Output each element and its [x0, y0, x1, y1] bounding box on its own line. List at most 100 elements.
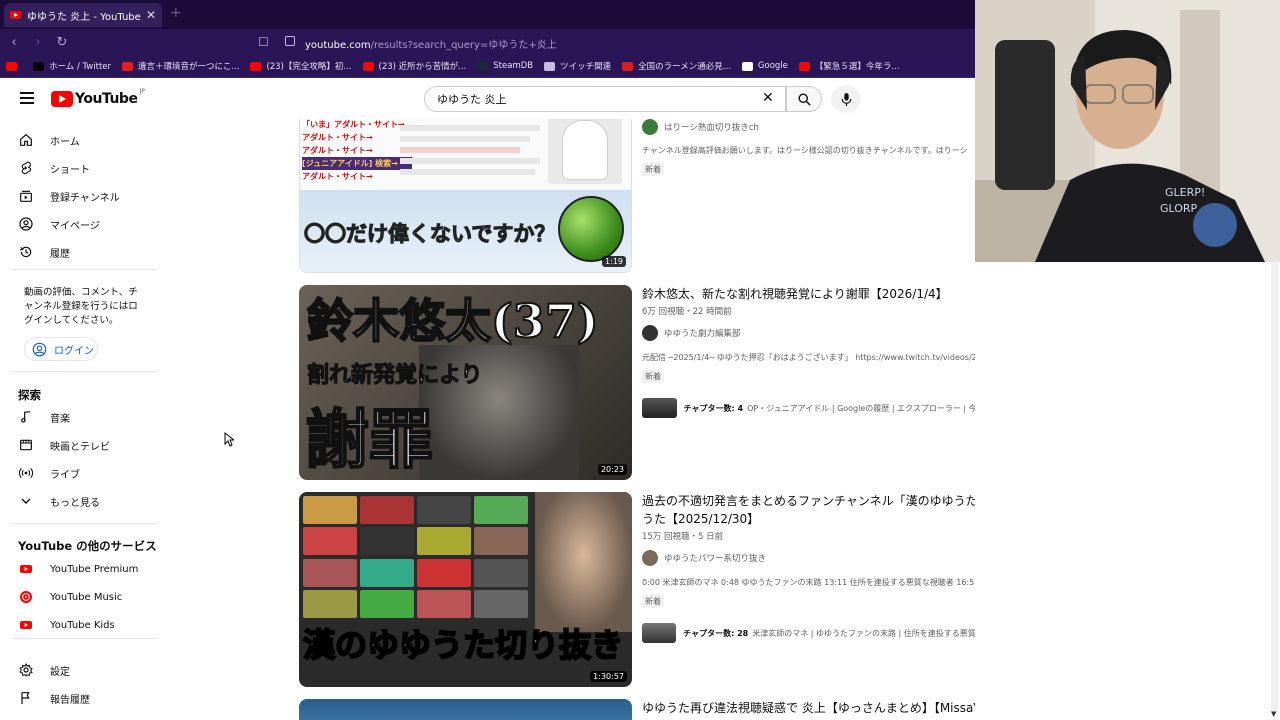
thumbnail-menu-text: [ジュニアアイドル] 検索→ — [302, 157, 412, 170]
voice-search-button[interactable] — [831, 85, 861, 113]
scroll-down-arrow-icon[interactable]: ▼ — [1271, 710, 1276, 718]
back-icon[interactable]: ‹ — [4, 35, 24, 50]
bookmark-label: 【緊急５選】今年ラ... — [814, 62, 900, 72]
bookmark-favicon-icon — [741, 61, 753, 71]
search-button[interactable] — [786, 86, 822, 112]
channel-link[interactable]: ゆゆうた劇力編集部 — [642, 325, 741, 341]
video-thumbnail[interactable]: 「いま」アダルト・サイト→ アダルト・サイト→ アダルト・サイト→ [ジュニアアイドル… — [299, 119, 632, 273]
youtube-logo[interactable]: YouTube JP — [51, 88, 145, 107]
video-title[interactable]: ゆゆうた再び違法視聴疑惑で 炎上【ゆっさんまとめ】【MissaV/nyahent… — [642, 699, 975, 717]
tab-close-icon[interactable]: ✕ — [146, 8, 156, 22]
sidebar-item-youtube-kids[interactable]: YouTube Kids — [18, 614, 158, 636]
video-duration: 1:30:57 — [590, 671, 627, 682]
bookmark-item[interactable]: Google — [741, 61, 788, 71]
channel-link[interactable]: はりーシ熱血切り抜きch — [642, 119, 759, 135]
thumbnail-hoodie-image — [548, 119, 622, 184]
bookmark-label: (23) 近所から苦情が... — [378, 62, 467, 72]
sidebar-item-history[interactable]: 履歴 — [18, 241, 158, 263]
sidebar-item-settings[interactable]: 設定 — [18, 659, 158, 681]
search-input[interactable]: ゆゆうた 炎上 — [424, 86, 786, 112]
video-meta: 6万 回視聴・22 時間前 — [642, 307, 732, 317]
address-bar: ‹ › ↻ ☐ youtube.com/results?search_query… — [0, 29, 975, 55]
sidebar-item-live[interactable]: ライブ — [18, 462, 158, 484]
bookmark-item[interactable]: SteamDB — [477, 61, 533, 71]
bookmark-item[interactable] — [6, 61, 22, 71]
chapter-thumbnail — [642, 398, 677, 418]
chapters-row[interactable]: チャプター数: 4 OP・ジュニアアイドル | Googleの履歴 | エクスプ… — [642, 395, 975, 421]
sidebar-item-film[interactable]: 映画とテレビ — [18, 434, 158, 456]
sidebar-item-chevron-down[interactable]: もっと見る — [18, 490, 158, 512]
login-button[interactable]: ログイン — [24, 337, 98, 361]
bookmark-item[interactable]: (23) 近所から苦情が... — [362, 60, 467, 72]
bookmark-label: ホーム / Twitter — [49, 62, 112, 72]
collage-tile — [360, 589, 414, 618]
video-duration: 1:19 — [602, 256, 626, 267]
scrollbar-thumb[interactable] — [1271, 262, 1278, 712]
green-ball-image — [558, 196, 624, 262]
bookmark-label: SteamDB — [493, 61, 534, 71]
youtube-logo-icon — [51, 91, 73, 107]
reload-icon[interactable]: ↻ — [52, 35, 72, 50]
browser-tab[interactable]: ゆゆうた 炎上 - YouTube ✕ — [4, 3, 162, 27]
bookmark-label: 全国のラーメン通必見... — [638, 62, 731, 72]
chapter-list: OP・ジュニアアイドル | Googleの履歴 | エクスプローラー | 今回の… — [747, 403, 975, 413]
sidebar-item-label: マイページ — [50, 220, 100, 232]
chapters-row[interactable]: チャプター数: 28 米津玄師のマネ | ゆゆうたファンの末路 | 住所を連投す… — [642, 620, 975, 646]
sidebar: 動画の評価、コメント、チャンネル登録を行うにはログインしてください。 ログイン … — [0, 119, 160, 720]
video-meta: 15万 回視聴・5 日前 — [642, 532, 724, 542]
sidebar-item-flag[interactable]: 報告履歴 — [18, 687, 158, 709]
new-tab-button[interactable]: + — [170, 5, 182, 21]
youtube-header: YouTube JP ゆゆうた 炎上 ✕ — [0, 79, 975, 119]
bookmark-favicon-icon — [622, 61, 634, 71]
chapter-count: チャプター数: 28 — [683, 628, 749, 638]
login-label: ログイン — [54, 345, 94, 357]
collage-tile — [474, 558, 528, 587]
collage-tile — [417, 558, 471, 587]
sidebar-item-shorts[interactable]: ショート — [18, 157, 158, 179]
bookmark-item[interactable]: ホーム / Twitter — [33, 60, 111, 72]
bookmark-item[interactable]: (23)【完全攻略】初... — [250, 60, 352, 72]
video-title[interactable]: 過去の不適切発言をまとめるファンチャンネル「漢のゆゆうた切り抜き」を見るゆゆうた… — [642, 492, 975, 528]
channel-link[interactable]: ゆゆうたパワー系切り抜き — [642, 550, 766, 566]
url-field[interactable]: youtube.com/results?search_query=ゆゆうた+炎上 — [305, 36, 557, 51]
bookmark-item[interactable]: 遺言＋環境音が一つにこ... — [122, 60, 239, 72]
bookmark-item[interactable]: 【緊急５選】今年ラ... — [798, 60, 900, 72]
bookmark-icon[interactable]: ☐ — [258, 35, 269, 49]
thumbnail-caption: 〇〇だけ偉くないですか？ — [303, 222, 556, 247]
sidebar-item-youtube-premium[interactable]: YouTube Premium — [18, 558, 158, 580]
thumbnail-person-image — [535, 492, 632, 632]
menu-icon[interactable] — [20, 92, 34, 104]
channel-avatar — [642, 119, 658, 135]
sidebar-item-you[interactable]: マイページ — [18, 213, 158, 235]
bookmark-item[interactable]: 全国のラーメン通必見... — [622, 60, 731, 72]
bookmark-label: 遺言＋環境音が一つにこ... — [138, 62, 240, 72]
forward-icon[interactable]: › — [28, 35, 48, 50]
bookmark-item[interactable]: ツイッチ関連 — [544, 60, 611, 72]
bookmark-favicon-icon — [544, 61, 556, 71]
sidebar-item-label: YouTube Premium — [50, 563, 139, 575]
video-thumbnail[interactable]: 鈴木悠太(37) 割れ新発覚により 謝罪 20:23 — [299, 285, 632, 480]
sidebar-item-label: 音楽 — [50, 413, 70, 425]
sidebar-item-home[interactable]: ホーム — [18, 129, 158, 151]
video-thumbnail[interactable] — [299, 699, 632, 720]
channel-name: ゆゆうたパワー系切り抜き — [664, 554, 767, 564]
sidebar-item-label: 報告履歴 — [50, 694, 90, 706]
page-scrollbar[interactable]: ▼ — [1268, 262, 1280, 720]
sidebar-item-music[interactable]: 音楽 — [18, 406, 158, 428]
sidebar-item-youtube-music[interactable]: YouTube Music — [18, 586, 158, 608]
collage-tile — [303, 558, 357, 587]
webcam-person-image: GLERP! GLORP — [975, 0, 1280, 262]
search-results: 「いま」アダルト・サイト→ アダルト・サイト→ アダルト・サイト→ [ジュニアアイドル… — [160, 119, 975, 720]
video-thumbnail[interactable]: 漢のゆゆうた切り抜き 1:30:57 — [299, 492, 632, 687]
site-info-icon[interactable] — [285, 36, 295, 46]
sidebar-item-subscriptions[interactable]: 登録チャンネル — [18, 185, 158, 207]
collage-tile — [417, 496, 471, 524]
clear-search-icon[interactable]: ✕ — [762, 90, 774, 106]
video-description: 元配信 ─2025/1/4─ ゆゆうた押忍「おはようございます」 https:/… — [642, 353, 975, 362]
video-title[interactable]: 鈴木悠太、新たな割れ視聴発覚により謝罪【2026/1/4】 — [642, 285, 975, 303]
collage-tile — [360, 558, 414, 587]
sidebar-item-label: ライブ — [50, 469, 80, 481]
collage-tile — [417, 527, 471, 556]
bookmark-favicon-icon — [477, 61, 489, 71]
sidebar-item-label: 履歴 — [50, 248, 70, 260]
